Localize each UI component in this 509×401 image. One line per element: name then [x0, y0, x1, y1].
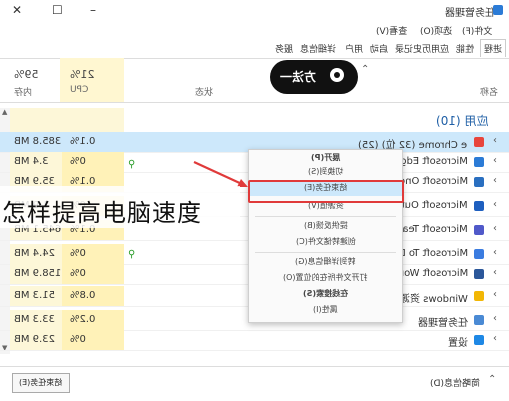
menu-item-go-to-details[interactable]: 转到详细信息(G)	[249, 256, 402, 270]
highlight-box	[248, 180, 404, 203]
app-icon	[474, 137, 484, 147]
menu-item-expand[interactable]: 展开(P)	[249, 152, 402, 166]
mem-percent[interactable]: 59%	[14, 68, 38, 81]
menu-item-switch-to[interactable]: 切换到(S)	[249, 166, 402, 180]
tab-users[interactable]: 用户	[345, 42, 363, 55]
expand-chevron-icon[interactable]: ‹	[493, 247, 497, 258]
app-icon	[474, 335, 484, 345]
expand-chevron-icon[interactable]: ‹	[493, 267, 497, 278]
sort-chevron-icon[interactable]: ⌃	[361, 64, 369, 75]
app-icon	[493, 5, 503, 15]
tab-bar: 进程 性能 应用历史记录 启动 用户 详细信息 服务	[0, 38, 509, 59]
menu-separator	[255, 252, 396, 253]
bottom-bar: 结束任务(E) 简略信息(D) ⌃	[0, 366, 509, 401]
tab-app-history[interactable]: 应用历史记录	[395, 42, 449, 55]
column-header: 59% 内存 21% CPU 状态 名称 ⌃ 方法一	[0, 58, 509, 103]
title-bar: ✕ ☐ – 任务管理器	[0, 0, 509, 22]
menu-item-open-location[interactable]: 打开文件所在的位置(O)	[249, 272, 402, 286]
app-icon	[474, 249, 484, 259]
menu-item-properties[interactable]: 属性(I)	[249, 304, 402, 318]
cpu-value: 0%	[70, 334, 86, 345]
menu-item-feedback[interactable]: 提供反馈(B)	[249, 220, 402, 234]
expand-chevron-icon[interactable]: ‹	[493, 223, 497, 234]
mem-value: 23.9 MB	[14, 334, 55, 345]
expand-chevron-icon[interactable]: ‹	[493, 199, 497, 210]
tab-performance[interactable]: 性能	[456, 42, 474, 55]
badge-label: 方法一	[280, 70, 317, 84]
menu-options[interactable]: 选项(O)	[420, 24, 452, 37]
app-icon	[474, 201, 484, 211]
cpu-value: 0.8%	[70, 290, 96, 301]
cpu-value: 0.1%	[70, 136, 96, 147]
expand-chevron-icon[interactable]: ‹	[493, 155, 497, 166]
tab-startup[interactable]: 启动	[370, 42, 388, 55]
efficiency-leaf-icon: ⚲	[128, 249, 136, 260]
tab-details[interactable]: 详细信息	[300, 42, 336, 55]
app-icon	[474, 225, 484, 235]
tab-processes[interactable]: 进程	[480, 39, 507, 57]
group-label: 应用 (10)	[436, 114, 489, 128]
close-button[interactable]: ✕	[12, 3, 22, 17]
maximize-button[interactable]: ☐	[52, 3, 63, 17]
status-label[interactable]: 状态	[195, 85, 213, 98]
menu-file[interactable]: 文件(F)	[462, 24, 492, 37]
cpu-percent[interactable]: 21%	[70, 68, 94, 81]
process-row[interactable]: 23.9 MB 0% 设置 ‹	[0, 330, 509, 351]
menu-separator	[255, 216, 396, 217]
app-icon	[474, 269, 484, 279]
group-yellow-bg	[10, 108, 124, 132]
menu-item-dump-file[interactable]: 创建转储文件(C)	[249, 236, 402, 250]
overlay-caption: 怎样提高电脑速度	[2, 199, 202, 227]
app-icon	[474, 177, 484, 187]
tab-services[interactable]: 服务	[275, 42, 293, 55]
efficiency-leaf-icon: ⚲	[128, 159, 136, 170]
badge-dot-icon	[330, 68, 344, 82]
minimize-button[interactable]: –	[90, 3, 96, 17]
app-icon	[474, 315, 484, 325]
process-name: 设置	[448, 338, 468, 349]
app-icon	[474, 291, 484, 301]
mem-value: 24.4 MB	[14, 248, 55, 259]
cpu-value: 0%	[70, 156, 86, 167]
name-label[interactable]: 名称	[480, 85, 498, 98]
window-title: 任务管理器	[445, 8, 495, 19]
mem-value: 51.3 MB	[14, 290, 55, 301]
fewer-details-button[interactable]: 简略信息(D)	[430, 376, 480, 389]
app-icon	[474, 157, 484, 167]
mem-value: 3.4 MB	[14, 156, 49, 167]
cpu-value: 0.2%	[70, 314, 96, 325]
method-badge: 方法一	[270, 60, 358, 94]
expand-chevron-icon[interactable]: ‹	[493, 313, 497, 324]
mem-value: 158.9 MB	[14, 268, 62, 279]
context-menu: 展开(P) 切换到(S) 结束任务(E) 资源值(V) 提供反馈(B) 创建转储…	[248, 149, 403, 323]
cpu-label: CPU	[70, 85, 89, 95]
cpu-value: 0%	[70, 248, 86, 259]
menu-item-search-online[interactable]: 在线搜索(S)	[249, 288, 402, 302]
expand-chevron-icon[interactable]: ‹	[493, 135, 497, 146]
mem-value: 33.3 MB	[14, 314, 55, 325]
menu-bar: 文件(F) 选项(O) 查看(V)	[0, 22, 509, 38]
expand-chevron-icon[interactable]: ‹	[493, 175, 497, 186]
chevron-up-icon[interactable]: ⌃	[488, 374, 496, 385]
apps-group-header[interactable]: 应用 (10)	[0, 108, 509, 133]
expand-chevron-icon[interactable]: ‹	[493, 333, 497, 344]
end-task-button[interactable]: 结束任务(E)	[12, 373, 70, 393]
mem-label: 内存	[14, 88, 33, 98]
cpu-value: 0%	[70, 268, 86, 279]
expand-chevron-icon[interactable]: ‹	[493, 289, 497, 300]
menu-view[interactable]: 查看(V)	[376, 24, 407, 37]
mem-value: 385.8 MB	[14, 136, 62, 147]
